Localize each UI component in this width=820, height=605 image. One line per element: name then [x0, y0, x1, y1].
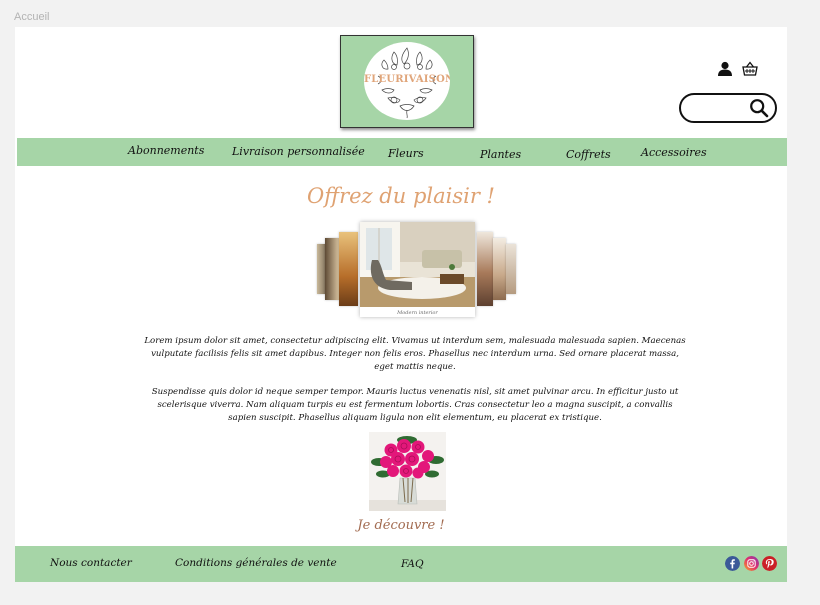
- bouquet-image[interactable]: [369, 432, 446, 511]
- nav-item-fleurs[interactable]: Fleurs: [388, 147, 424, 160]
- homepage: FLEURIVAISON Abonnements Livraison perso…: [15, 27, 787, 582]
- pinterest-icon[interactable]: [762, 556, 777, 571]
- logo-emblem: FLEURIVAISON: [364, 42, 450, 120]
- nav-item-coffrets[interactable]: Coffrets: [566, 148, 611, 161]
- carousel-slide[interactable]: [325, 238, 339, 300]
- user-icon[interactable]: [717, 61, 733, 77]
- interior-photo: [360, 222, 475, 307]
- nav-item-plantes[interactable]: Plantes: [480, 148, 521, 161]
- intro-paragraph: Lorem ipsum dolor sit amet, consectetur …: [144, 336, 686, 372]
- carousel-slide[interactable]: [506, 244, 516, 294]
- rose-bouquet-photo: [369, 432, 446, 511]
- logo-wordmark: FLEURIVAISON: [364, 74, 450, 85]
- search-input[interactable]: [691, 99, 747, 117]
- footer: Nous contacter Conditions générales de v…: [15, 546, 787, 582]
- facebook-icon[interactable]: [725, 556, 740, 571]
- main-nav: Abonnements Livraison personnalisée Fleu…: [17, 138, 787, 166]
- discover-link[interactable]: Je découvre !: [15, 518, 787, 533]
- image-carousel[interactable]: Modern interior: [315, 222, 520, 317]
- carousel-slide[interactable]: [477, 232, 493, 306]
- search-bar[interactable]: [679, 93, 777, 123]
- page-headline: Offrez du plaisir !: [307, 184, 495, 208]
- footer-link-faq[interactable]: FAQ: [401, 558, 424, 570]
- instagram-icon[interactable]: [744, 556, 759, 571]
- basket-icon[interactable]: [742, 61, 758, 77]
- nav-item-accessoires[interactable]: Accessoires: [641, 146, 707, 159]
- footer-link-contact[interactable]: Nous contacter: [50, 557, 132, 569]
- logo[interactable]: FLEURIVAISON: [340, 35, 474, 128]
- nav-item-livraison-personnalisee[interactable]: Livraison personnalisée: [232, 145, 365, 158]
- carousel-caption: Modern interior: [397, 310, 438, 316]
- search-icon[interactable]: [749, 98, 769, 118]
- carousel-slide[interactable]: [493, 238, 506, 300]
- footer-link-cgv[interactable]: Conditions générales de vente: [175, 557, 337, 569]
- carousel-active-slide[interactable]: Modern interior: [360, 222, 475, 317]
- intro-paragraph: Suspendisse quis dolor id neque semper t…: [151, 387, 679, 423]
- artboard-label: Accueil: [14, 11, 50, 23]
- carousel-slide[interactable]: [339, 232, 358, 306]
- nav-item-abonnements[interactable]: Abonnements: [128, 144, 204, 157]
